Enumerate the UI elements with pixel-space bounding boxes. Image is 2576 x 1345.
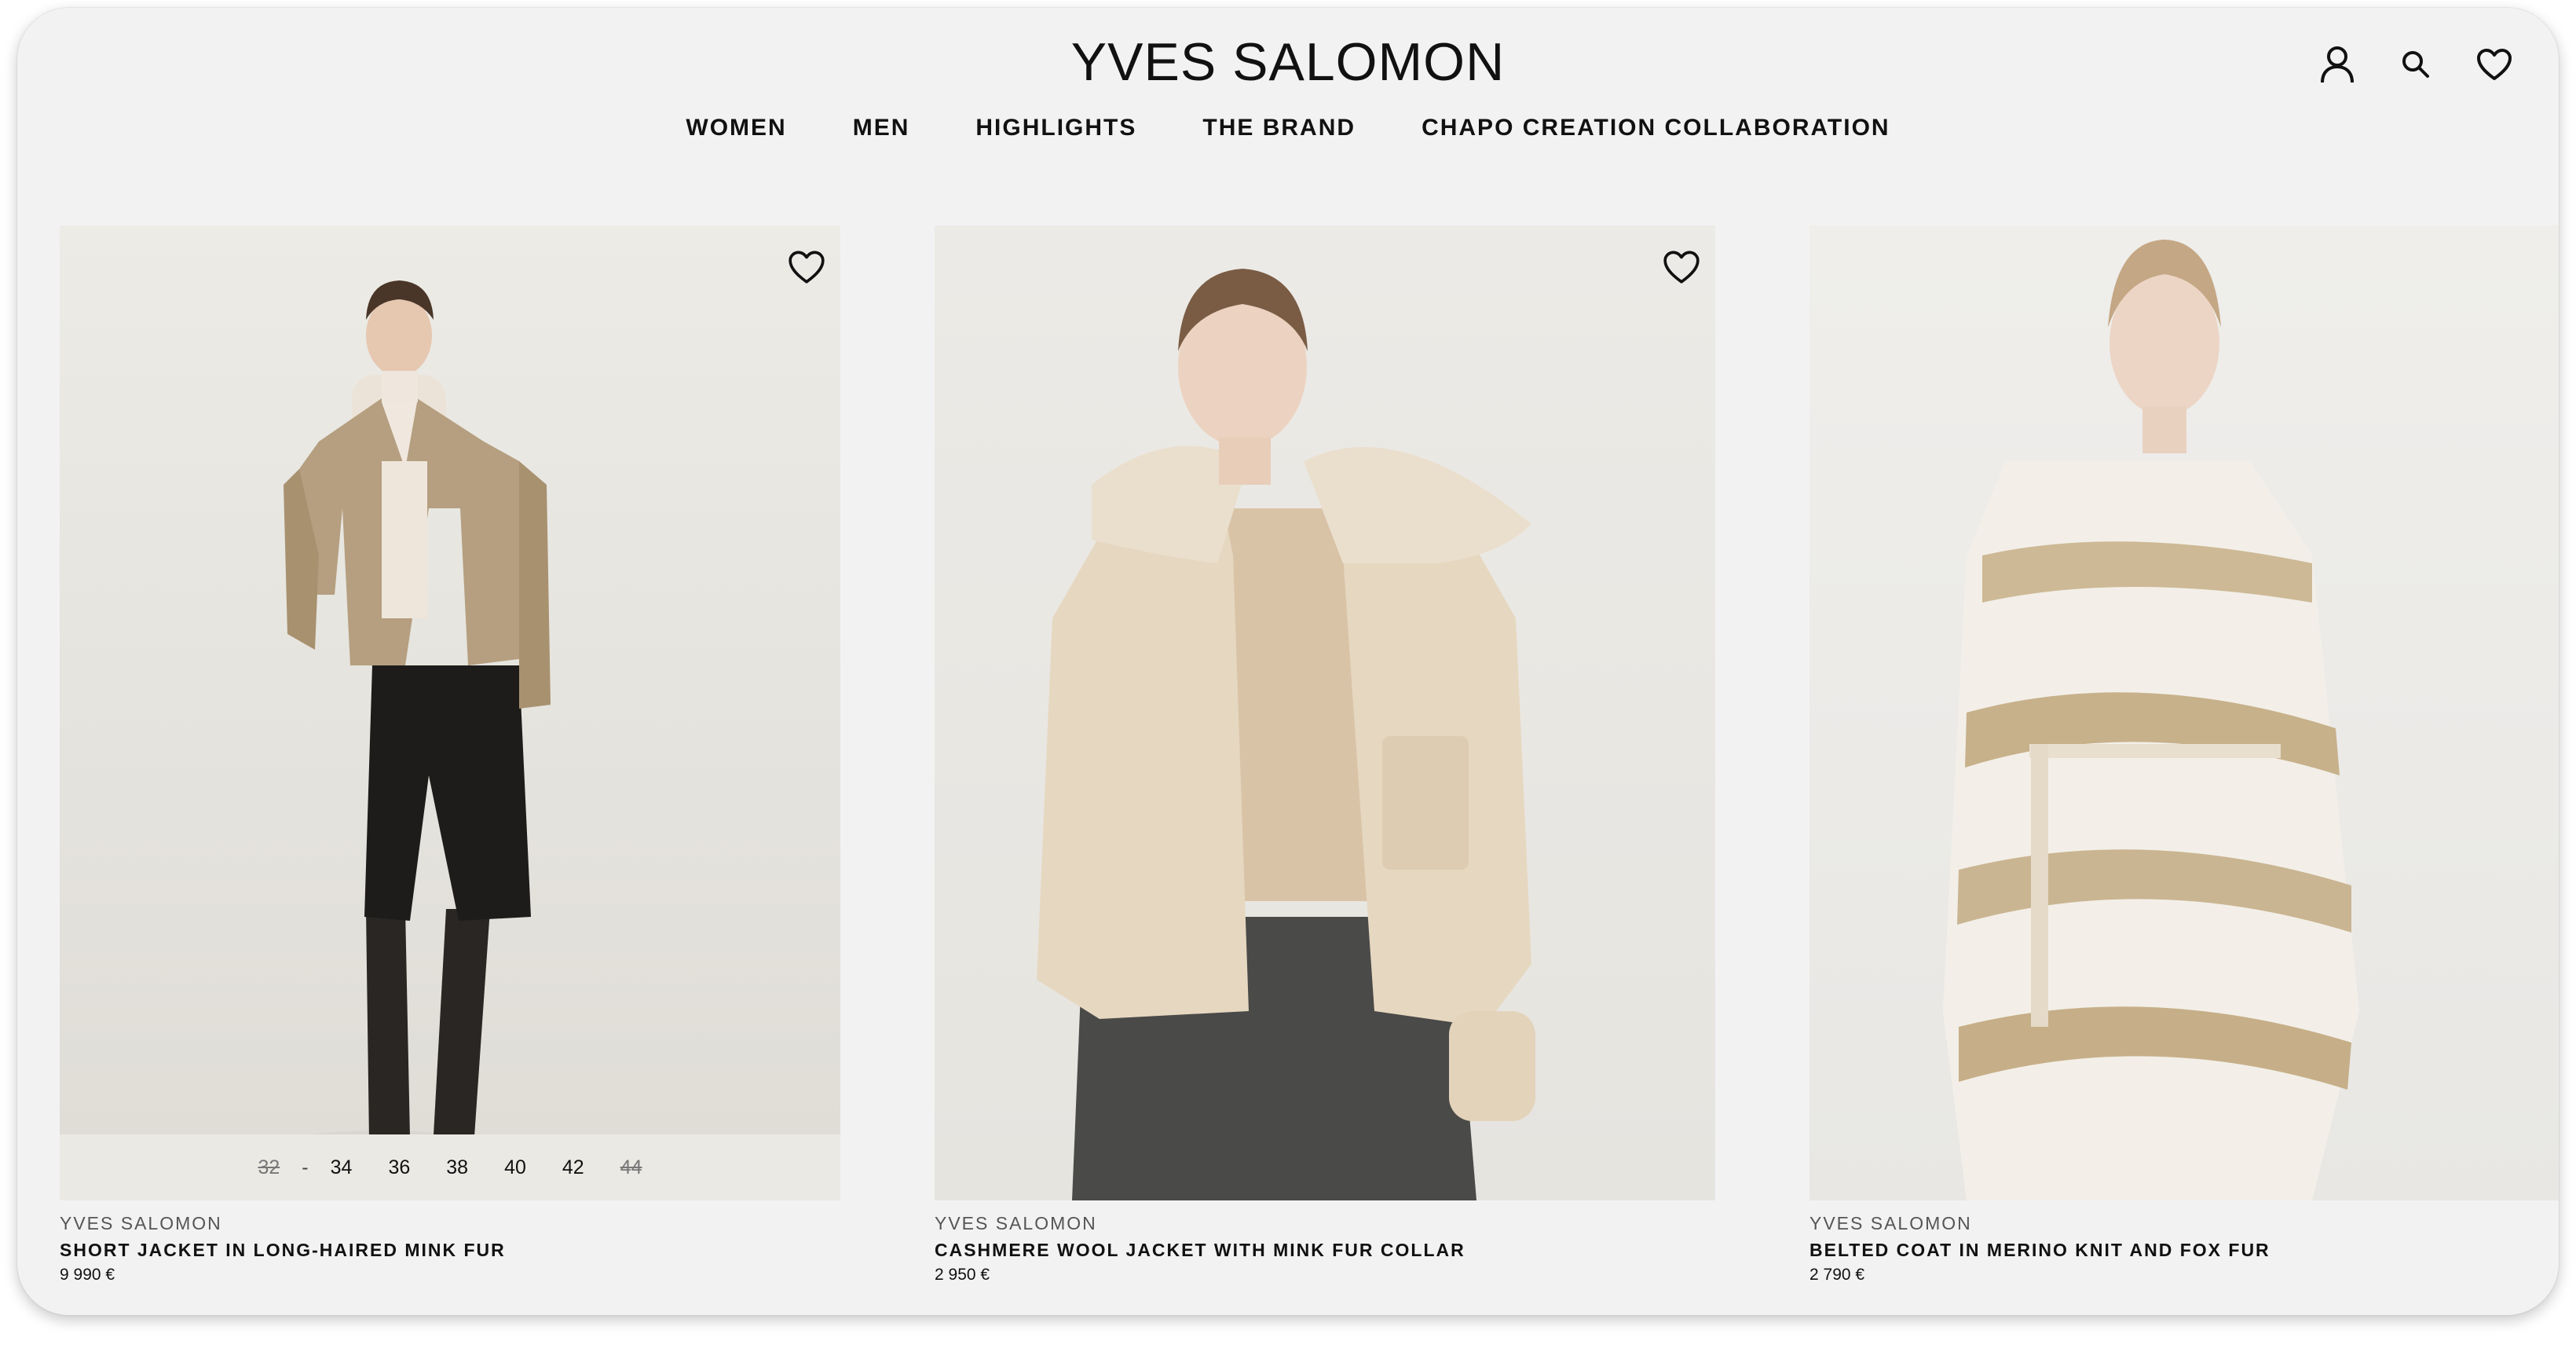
product-brand: YVES SALOMON [1809,1213,1972,1233]
user-icon[interactable] [2314,41,2361,88]
product-price: 2 790 € [1809,1266,1865,1284]
product-card[interactable]: YVES SALOMON BELTED COAT IN MERINO KNIT … [1809,225,2559,1287]
product-image[interactable] [1809,225,2559,1200]
product-image[interactable]: 32 - 34 36 38 40 42 44 [60,225,840,1200]
search-icon[interactable] [2392,41,2439,88]
product-brand: YVES SALOMON [60,1213,222,1233]
browser-window: YVES SALOMON WOMEN MEN HIGHLIGHTS THE BR… [17,8,2559,1315]
product-card[interactable]: 32 - 34 36 38 40 42 44 YVES SALOMON SHOR… [60,225,840,1287]
nav-chapo-creation-collaboration[interactable]: CHAPO CREATION COLLABORATION [1422,115,1890,141]
product-card[interactable]: YVES SALOMON CASHMERE WOOL JACKET WITH M… [935,225,1715,1287]
wishlist-heart-icon[interactable] [787,247,826,287]
product-info: YVES SALOMON BELTED COAT IN MERINO KNIT … [1809,1210,2559,1287]
product-info: YVES SALOMON SHORT JACKET IN LONG-HAIRED… [60,1210,840,1287]
main-nav: WOMEN MEN HIGHLIGHTS THE BRAND CHAPO CRE… [17,115,2559,141]
nav-the-brand[interactable]: THE BRAND [1202,115,1356,141]
size-option: 44 [620,1156,642,1178]
product-price: 9 990 € [60,1266,115,1284]
size-option[interactable]: 36 [388,1156,410,1179]
size-option[interactable]: 34 [331,1156,353,1179]
product-name[interactable]: SHORT JACKET IN LONG-HAIRED MINK FUR [60,1237,840,1263]
model-illustration [256,280,551,1175]
size-option[interactable]: 42 [562,1156,584,1179]
product-info: YVES SALOMON CASHMERE WOOL JACKET WITH M… [935,1210,1715,1287]
product-name[interactable]: BELTED COAT IN MERINO KNIT AND FOX FUR [1809,1237,2559,1263]
size-selector: 32 - 34 36 38 40 42 44 [60,1134,840,1200]
size-option[interactable]: 40 [504,1156,526,1179]
wishlist-heart-icon[interactable] [1662,247,1701,287]
size-option[interactable]: 38 [446,1156,468,1179]
utility-icons [2314,41,2518,88]
size-option: 32 [258,1156,280,1178]
product-image[interactable] [935,225,1715,1200]
model-illustration [1943,240,2359,1200]
heart-icon[interactable] [2471,41,2518,88]
product-brand: YVES SALOMON [935,1213,1097,1233]
nav-men[interactable]: MEN [853,115,910,141]
brand-logo[interactable]: YVES SALOMON [17,27,2559,97]
product-price: 2 950 € [935,1266,990,1284]
nav-highlights[interactable]: HIGHLIGHTS [975,115,1136,141]
model-illustration [1037,269,1535,1200]
product-name[interactable]: CASHMERE WOOL JACKET WITH MINK FUR COLLA… [935,1237,1715,1263]
size-separator: - [302,1156,309,1178]
nav-women[interactable]: WOMEN [686,115,786,141]
